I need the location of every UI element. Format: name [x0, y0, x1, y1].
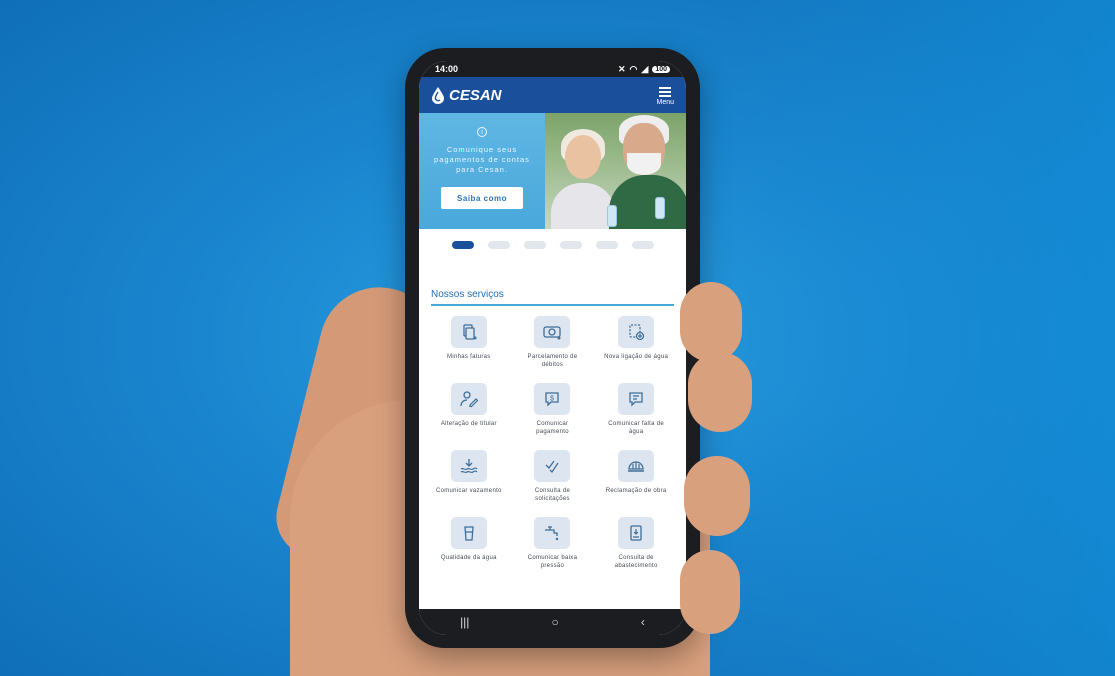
service-reclamacao-obra[interactable]: Reclamação de obra [594, 450, 678, 503]
recent-apps-icon[interactable]: ||| [460, 615, 469, 629]
status-icons: ✕ ◠ ◢ 100 [618, 64, 670, 75]
hand-finger [680, 550, 740, 634]
menu-button[interactable]: Menu [656, 85, 674, 106]
promo-banner[interactable]: i Comunique seus pagamentos de contas pa… [419, 113, 686, 229]
service-nova-ligacao[interactable]: Nova ligação de água [594, 316, 678, 369]
change-holder-icon [450, 383, 487, 415]
service-label: Qualidade da água [440, 555, 497, 561]
carousel-indicators [419, 229, 686, 261]
logo-text: CESAN [449, 86, 502, 104]
mute-icon: ✕ [617, 63, 626, 74]
signal-icon: ◢ [641, 63, 649, 74]
phone-frame: 14:00 ✕ ◠ ◢ 100 CESAN Menu i Comunique s… [405, 48, 700, 648]
low-pressure-icon [534, 517, 571, 549]
check-requests-icon [534, 450, 571, 482]
service-label: Minhas faturas [447, 354, 491, 360]
service-label: Comunicar vazamento [435, 488, 502, 494]
hand-finger [684, 456, 750, 536]
svg-text:$: $ [551, 396, 555, 403]
wifi-icon: ◠ [629, 63, 638, 74]
banner-text-panel: i Comunique seus pagamentos de contas pa… [419, 113, 545, 229]
service-label: Reclamação de obra [605, 488, 667, 494]
service-minhas-faturas[interactable]: Minhas faturas [427, 316, 511, 369]
service-label: Comunicar baixa pressão [527, 555, 578, 569]
saiba-como-button[interactable]: Saiba como [441, 187, 523, 209]
hand-finger [680, 282, 742, 362]
water-drop-logo-icon [432, 87, 444, 104]
service-baixa-pressao[interactable]: Comunicar baixa pressão [511, 517, 595, 570]
services-title: Nossos serviços [431, 289, 674, 306]
water-shortage-message-icon [618, 383, 655, 415]
carousel-dot[interactable] [487, 241, 510, 249]
service-label: Parcelamento de débitos [527, 354, 578, 368]
cesan-logo[interactable]: CESAN [431, 86, 502, 104]
service-vazamento[interactable]: Comunicar vazamento [427, 450, 511, 503]
phone-screen: 14:00 ✕ ◠ ◢ 100 CESAN Menu i Comunique s… [419, 61, 686, 635]
status-time: 14:00 [435, 64, 459, 74]
invoices-icon [450, 316, 487, 348]
info-icon: i [477, 127, 487, 137]
service-falta-agua[interactable]: Comunicar falta de água [594, 383, 678, 436]
service-label: Comunicar falta de água [608, 421, 665, 435]
water-bottle [655, 197, 665, 219]
android-nav-bar: ||| ○ ‹ [419, 609, 686, 635]
services-grid: Minhas faturas Parcelamento de débitos N… [427, 316, 678, 570]
home-icon[interactable]: ○ [552, 615, 559, 629]
payment-message-icon: $ [534, 383, 571, 415]
app-header: CESAN Menu [419, 77, 686, 113]
back-icon[interactable]: ‹ [641, 615, 645, 629]
construction-complaint-icon [618, 450, 655, 482]
supply-check-icon [618, 517, 655, 549]
carousel-dot[interactable] [451, 241, 474, 249]
new-connection-icon [618, 316, 655, 348]
service-label: Comunicar pagamento [536, 421, 569, 435]
carousel-dot[interactable] [595, 241, 618, 249]
service-qualidade-agua[interactable]: Qualidade da água [427, 517, 511, 570]
water-bottle [607, 205, 617, 227]
service-parcelamento[interactable]: Parcelamento de débitos [511, 316, 595, 369]
service-label: Consulta de abastecimento [614, 555, 658, 569]
service-label: Alteração de titular [440, 421, 497, 427]
service-label: Nova ligação de água [604, 354, 669, 360]
installment-icon [534, 316, 571, 348]
banner-photo [545, 113, 686, 229]
carousel-dot[interactable] [523, 241, 546, 249]
service-consulta-solicitacoes[interactable]: Consulta de solicitações [511, 450, 595, 503]
service-consulta-abastecimento[interactable]: Consulta de abastecimento [594, 517, 678, 570]
water-quality-icon [450, 517, 487, 549]
carousel-dot[interactable] [631, 241, 654, 249]
service-label: Consulta de solicitações [534, 488, 571, 502]
banner-text: Comunique seus pagamentos de contas para… [434, 145, 530, 174]
battery-icon: 100 [652, 65, 670, 73]
service-alteracao-titular[interactable]: Alteração de titular [427, 383, 511, 436]
status-bar: 14:00 ✕ ◠ ◢ 100 [419, 61, 686, 77]
background-gradient [735, 0, 1115, 676]
hamburger-icon [659, 85, 672, 99]
menu-label: Menu [656, 98, 674, 106]
leak-icon [450, 450, 487, 482]
service-comunicar-pagamento[interactable]: $ Comunicar pagamento [511, 383, 595, 436]
carousel-dot[interactable] [559, 241, 582, 249]
hand-finger [688, 352, 752, 432]
